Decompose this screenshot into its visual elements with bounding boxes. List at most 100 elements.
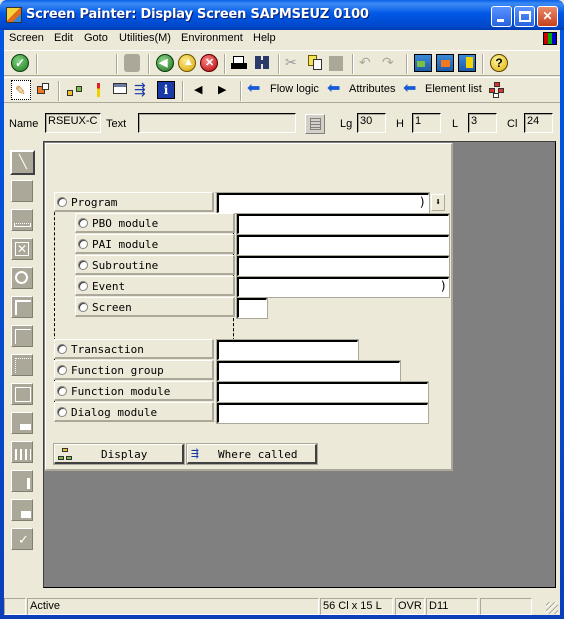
transaction-input[interactable] bbox=[216, 339, 359, 361]
where-called-button-label: Where called bbox=[218, 448, 298, 461]
hierarchy-icon[interactable] bbox=[66, 81, 84, 99]
radio-pbo-module[interactable]: PBO module bbox=[75, 213, 235, 233]
element-list-button[interactable]: Element list bbox=[425, 83, 482, 95]
cancel-icon[interactable]: ✕ bbox=[200, 54, 218, 72]
palette-custom-control[interactable] bbox=[11, 499, 33, 521]
radio-transaction[interactable]: Transaction bbox=[54, 339, 214, 359]
h-label: H bbox=[396, 118, 404, 130]
layout-menu-icon-2[interactable] bbox=[436, 54, 454, 72]
where-called-button[interactable]: ⇶ Where called bbox=[186, 443, 318, 465]
undo-icon[interactable]: ↶ bbox=[359, 54, 377, 72]
pbo-module-input[interactable] bbox=[236, 213, 450, 235]
title-bar: Screen Painter: Display Screen SAPMSEUZ … bbox=[0, 0, 564, 30]
radio-screen[interactable]: Screen bbox=[75, 297, 235, 317]
menu-environment[interactable]: Environment bbox=[181, 32, 243, 44]
palette-table-wizard[interactable] bbox=[11, 470, 33, 492]
back-icon[interactable]: ◀ bbox=[156, 54, 174, 72]
menu-edit[interactable]: Edit bbox=[54, 32, 73, 44]
pai-module-input[interactable] bbox=[236, 234, 450, 256]
cl-field[interactable]: 24 bbox=[524, 113, 553, 133]
toolbar-separator bbox=[278, 54, 280, 74]
exit-icon[interactable]: ▲ bbox=[178, 54, 196, 72]
palette-text-field[interactable] bbox=[11, 180, 33, 202]
text-field[interactable] bbox=[138, 113, 296, 133]
name-field[interactable]: RSEUX-C bbox=[45, 113, 101, 133]
layout-menu-icon-1[interactable] bbox=[414, 54, 432, 72]
radio-label: Dialog module bbox=[71, 406, 158, 419]
program-input[interactable]: ) bbox=[216, 192, 430, 214]
screen-size-indicator: 56 Cl x 15 L bbox=[320, 598, 393, 615]
l-label: L bbox=[452, 118, 459, 130]
layout-editor-icon[interactable]: ✎ bbox=[11, 80, 31, 100]
menu-screen[interactable]: Screen bbox=[9, 32, 44, 44]
radio-subroutine[interactable]: Subroutine bbox=[75, 255, 235, 275]
copy-icon[interactable] bbox=[307, 54, 325, 72]
h-field[interactable]: 1 bbox=[412, 113, 441, 133]
layout-menu-icon-3[interactable] bbox=[458, 54, 476, 72]
palette-pointer[interactable]: ╲ bbox=[10, 150, 35, 175]
lg-field[interactable]: 30 bbox=[357, 113, 386, 133]
screen-input[interactable] bbox=[236, 297, 268, 319]
next-icon[interactable]: ▶ bbox=[218, 81, 236, 99]
element-palette: ╲ ✕ ✓ bbox=[8, 142, 40, 582]
toggle-display-change-icon[interactable] bbox=[35, 81, 53, 99]
radio-program[interactable]: Program bbox=[54, 192, 214, 212]
palette-radio-button[interactable] bbox=[11, 267, 33, 289]
customize-layout-icon[interactable] bbox=[543, 32, 557, 45]
palette-tabstrip[interactable] bbox=[11, 325, 33, 347]
system-indicator[interactable]: D11 bbox=[426, 598, 478, 615]
menu-help[interactable]: Help bbox=[253, 32, 276, 44]
wand-icon[interactable] bbox=[90, 81, 108, 99]
menu-goto[interactable]: Goto bbox=[84, 32, 108, 44]
help-icon[interactable]: ? bbox=[490, 54, 508, 72]
palette-table-control[interactable] bbox=[11, 412, 33, 434]
element-list-arrow-icon: ⬅ bbox=[403, 80, 417, 97]
network-icon[interactable] bbox=[488, 81, 506, 99]
radio-event[interactable]: Event bbox=[75, 276, 235, 296]
info-icon[interactable]: i bbox=[157, 81, 175, 99]
flow-logic-button[interactable]: Flow logic bbox=[270, 83, 319, 95]
palette-subscreen[interactable] bbox=[11, 383, 33, 405]
print-icon[interactable] bbox=[231, 54, 249, 72]
attributes-button[interactable]: Attributes bbox=[349, 83, 395, 95]
redo-icon[interactable]: ↷ bbox=[382, 54, 400, 72]
palette-frame[interactable] bbox=[11, 296, 33, 318]
radio-function-group[interactable]: Function group bbox=[54, 360, 214, 380]
previous-icon[interactable]: ◀ bbox=[194, 81, 212, 99]
find-icon[interactable] bbox=[254, 54, 272, 72]
menu-utilities[interactable]: Utilities(M) bbox=[119, 32, 171, 44]
close-button[interactable]: ✕ bbox=[537, 6, 558, 27]
overwrite-mode-indicator[interactable]: OVR bbox=[395, 598, 425, 615]
text-dictionary-button[interactable] bbox=[305, 114, 325, 134]
attributes-arrow-icon: ⬅ bbox=[327, 80, 341, 97]
status-message-icon bbox=[4, 598, 26, 615]
enter-check-icon[interactable]: ✓ bbox=[11, 54, 29, 72]
radio-label: PAI module bbox=[92, 238, 159, 251]
dialog-module-input[interactable] bbox=[216, 402, 429, 424]
event-input[interactable]: ) bbox=[236, 276, 450, 298]
function-group-input[interactable] bbox=[216, 360, 401, 382]
screen-element-icon[interactable] bbox=[112, 81, 130, 99]
save-icon[interactable] bbox=[124, 54, 140, 72]
radio-pai-module[interactable]: PAI module bbox=[75, 234, 235, 254]
hierarchy-icon bbox=[58, 448, 72, 461]
display-button[interactable]: Display bbox=[53, 443, 185, 465]
radio-function-module[interactable]: Function module bbox=[54, 381, 214, 401]
where-used-icon[interactable]: ⇶ bbox=[134, 81, 152, 99]
toolbar-separator bbox=[182, 81, 184, 101]
program-value-help-button[interactable]: ⬇ bbox=[431, 194, 445, 211]
palette-table-control-columns[interactable] bbox=[11, 441, 33, 463]
minimize-button[interactable] bbox=[491, 6, 512, 27]
paste-icon[interactable] bbox=[329, 56, 343, 71]
palette-status-icon[interactable]: ✓ bbox=[11, 528, 33, 550]
palette-input-field[interactable] bbox=[11, 209, 33, 231]
cut-icon[interactable]: ✂ bbox=[285, 54, 303, 72]
resize-grip[interactable] bbox=[546, 602, 558, 614]
maximize-button[interactable] bbox=[514, 6, 535, 27]
radio-dialog-module[interactable]: Dialog module bbox=[54, 402, 214, 422]
palette-tabstrip-wizard[interactable] bbox=[11, 354, 33, 376]
function-module-input[interactable] bbox=[216, 381, 429, 403]
subroutine-input[interactable] bbox=[236, 255, 450, 277]
palette-checkbox[interactable]: ✕ bbox=[11, 238, 33, 260]
l-field[interactable]: 3 bbox=[468, 113, 497, 133]
